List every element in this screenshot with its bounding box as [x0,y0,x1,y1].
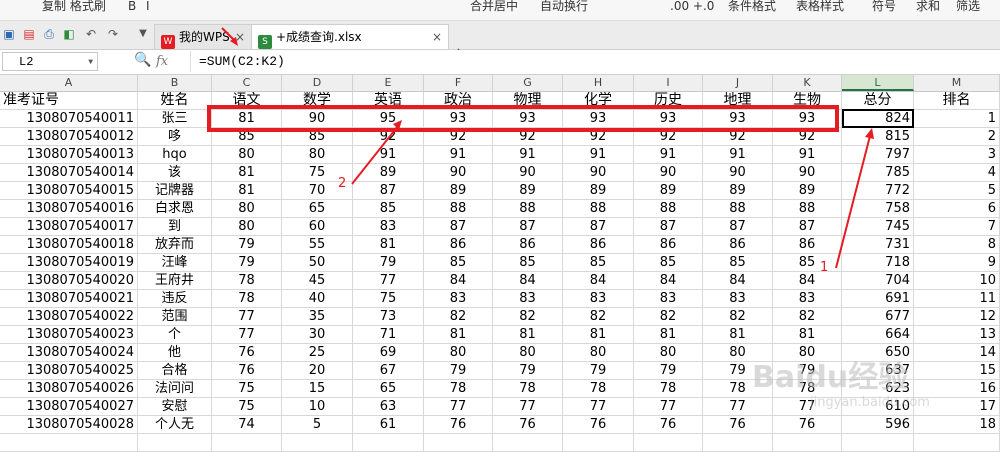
annotation-label-2: 2 [338,176,347,191]
arrow-to-tab [221,27,238,46]
baidu-watermark: Baidu经验 [752,360,909,395]
annotation-label-1: 1 [820,260,829,275]
arrow-1-to-total [835,128,874,269]
arrow-2-to-scores [351,120,402,185]
watermark-url: jingyan.baidu.com [810,395,930,410]
